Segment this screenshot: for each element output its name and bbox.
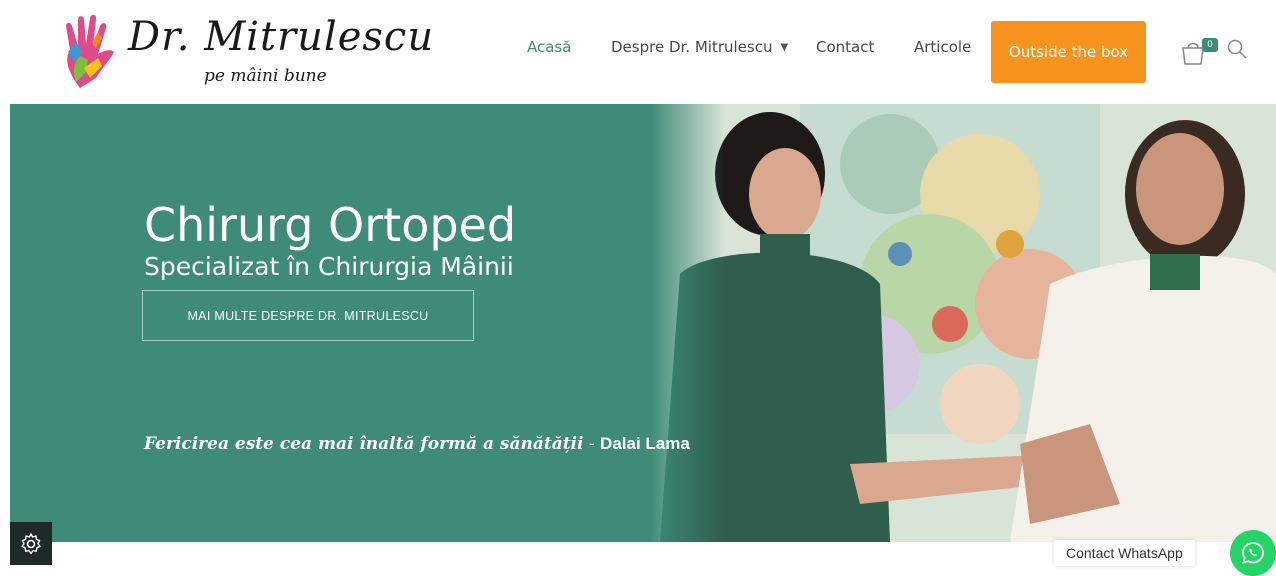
- cart-count-badge: 0: [1202, 38, 1218, 52]
- hero-photo: [650, 104, 1276, 542]
- nav-item-articole[interactable]: Articole: [914, 38, 971, 56]
- hero-title: Chirurg Ortoped: [144, 198, 517, 252]
- quote-separator: -: [583, 434, 601, 454]
- site-logo[interactable]: Dr. Mitrulescu pe mâini bune: [58, 8, 433, 94]
- search-button[interactable]: [1226, 38, 1250, 62]
- about-doctor-button[interactable]: MAI MULTE DESPRE DR. MITRULESCU: [142, 290, 474, 341]
- whatsapp-contact-label[interactable]: Contact WhatsApp: [1054, 540, 1195, 566]
- nav-item-despre-label: Despre Dr. Mitrulescu: [611, 38, 773, 56]
- hero-quote: Fericirea este cea mai înaltă formă a să…: [144, 434, 690, 454]
- logo-tagline: pe mâini bune: [204, 66, 327, 86]
- chevron-down-icon: ▼: [780, 42, 789, 53]
- nav-item-contact[interactable]: Contact: [816, 38, 874, 56]
- gear-icon: [21, 532, 41, 554]
- settings-button[interactable]: [10, 522, 52, 565]
- outside-the-box-button[interactable]: Outside the box: [991, 21, 1146, 83]
- quote-author: Dalai Lama: [600, 434, 690, 453]
- whatsapp-button[interactable]: [1230, 530, 1276, 576]
- quote-text: Fericirea este cea mai înaltă formă a să…: [144, 434, 584, 454]
- whatsapp-icon: [1242, 542, 1264, 564]
- site-header: Dr. Mitrulescu pe mâini bune Acasă Despr…: [0, 0, 1276, 104]
- hand-logo-icon: [66, 14, 114, 89]
- logo-title: Dr. Mitrulescu: [128, 14, 435, 60]
- nav-item-acasa[interactable]: Acasă: [527, 38, 571, 56]
- search-icon: [1227, 39, 1247, 59]
- hero-subtitle: Specializat în Chirurgia Mâinii: [144, 252, 514, 281]
- hero-section: Chirurg Ortoped Specializat în Chirurgia…: [10, 104, 1276, 542]
- cart-button[interactable]: 0: [1180, 36, 1220, 66]
- nav-item-despre[interactable]: Despre Dr. Mitrulescu ▼: [611, 38, 788, 56]
